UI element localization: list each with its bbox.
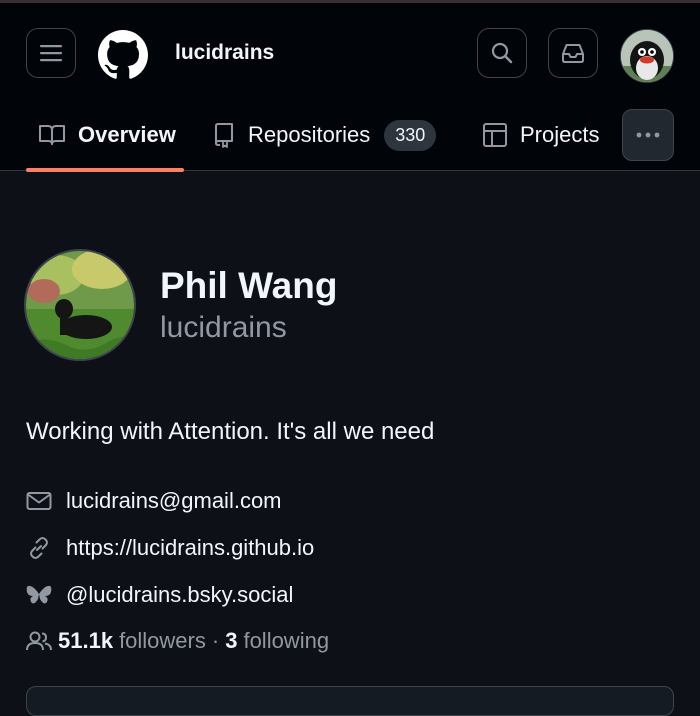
app-header: lucidrains Overview Repositories 330 Pro… bbox=[0, 3, 700, 172]
following-count[interactable]: 3 bbox=[225, 628, 237, 654]
tab-projects[interactable]: Projects bbox=[482, 103, 599, 167]
repositories-count-badge: 330 bbox=[384, 119, 437, 151]
tab-overview-label: Overview bbox=[78, 122, 176, 147]
profile-tabs: Overview Repositories 330 Projects bbox=[0, 103, 700, 172]
profile-bluesky[interactable]: @lucidrains.bsky.social bbox=[66, 582, 293, 608]
hamburger-menu-icon bbox=[40, 45, 62, 62]
penguin-avatar-icon bbox=[621, 30, 673, 82]
bluesky-butterfly-icon bbox=[26, 585, 52, 604]
follow-separator: · bbox=[211, 628, 220, 653]
tab-repositories-label: Repositories bbox=[248, 122, 371, 147]
active-tab-indicator bbox=[26, 168, 184, 172]
profile-email[interactable]: lucidrains@gmail.com bbox=[66, 488, 282, 514]
profile-website[interactable]: https://lucidrains.github.io bbox=[66, 535, 314, 561]
repo-icon bbox=[215, 123, 233, 148]
book-icon bbox=[39, 125, 65, 145]
search-button[interactable] bbox=[477, 28, 527, 78]
profile-login: lucidrains bbox=[160, 311, 287, 344]
menu-button[interactable] bbox=[26, 28, 76, 78]
profile-bio: Working with Attention. It's all we need bbox=[26, 418, 435, 445]
table-icon bbox=[483, 123, 507, 147]
inbox-icon bbox=[562, 44, 584, 63]
header-username[interactable]: lucidrains bbox=[175, 41, 274, 65]
tab-projects-label: Projects bbox=[520, 122, 600, 147]
profile-name: Phil Wang bbox=[160, 265, 338, 306]
follow-stats: 51.1k followers · 3 following bbox=[26, 628, 329, 654]
user-avatar[interactable] bbox=[620, 29, 674, 83]
github-logo-icon[interactable] bbox=[98, 30, 148, 80]
tab-repositories[interactable]: Repositories 330 bbox=[212, 103, 437, 167]
profile-bluesky-row[interactable]: @lucidrains.bsky.social bbox=[26, 582, 293, 608]
kebab-horizontal-icon bbox=[636, 132, 660, 138]
mail-icon bbox=[26, 492, 52, 510]
more-tabs-button[interactable] bbox=[622, 109, 674, 161]
link-icon bbox=[30, 537, 48, 559]
people-icon bbox=[26, 631, 52, 651]
profile-avatar[interactable] bbox=[24, 249, 136, 361]
followers-label[interactable]: followers bbox=[119, 628, 206, 654]
profile-email-row[interactable]: lucidrains@gmail.com bbox=[26, 488, 282, 514]
profile-readme-card bbox=[26, 686, 674, 716]
dog-in-grass-photo bbox=[26, 251, 134, 359]
profile-website-row[interactable]: https://lucidrains.github.io bbox=[26, 535, 314, 561]
following-label[interactable]: following bbox=[243, 628, 329, 654]
followers-count[interactable]: 51.1k bbox=[58, 628, 113, 654]
tab-overview[interactable]: Overview bbox=[38, 103, 176, 167]
inbox-button[interactable] bbox=[548, 28, 598, 78]
search-icon bbox=[491, 42, 513, 64]
